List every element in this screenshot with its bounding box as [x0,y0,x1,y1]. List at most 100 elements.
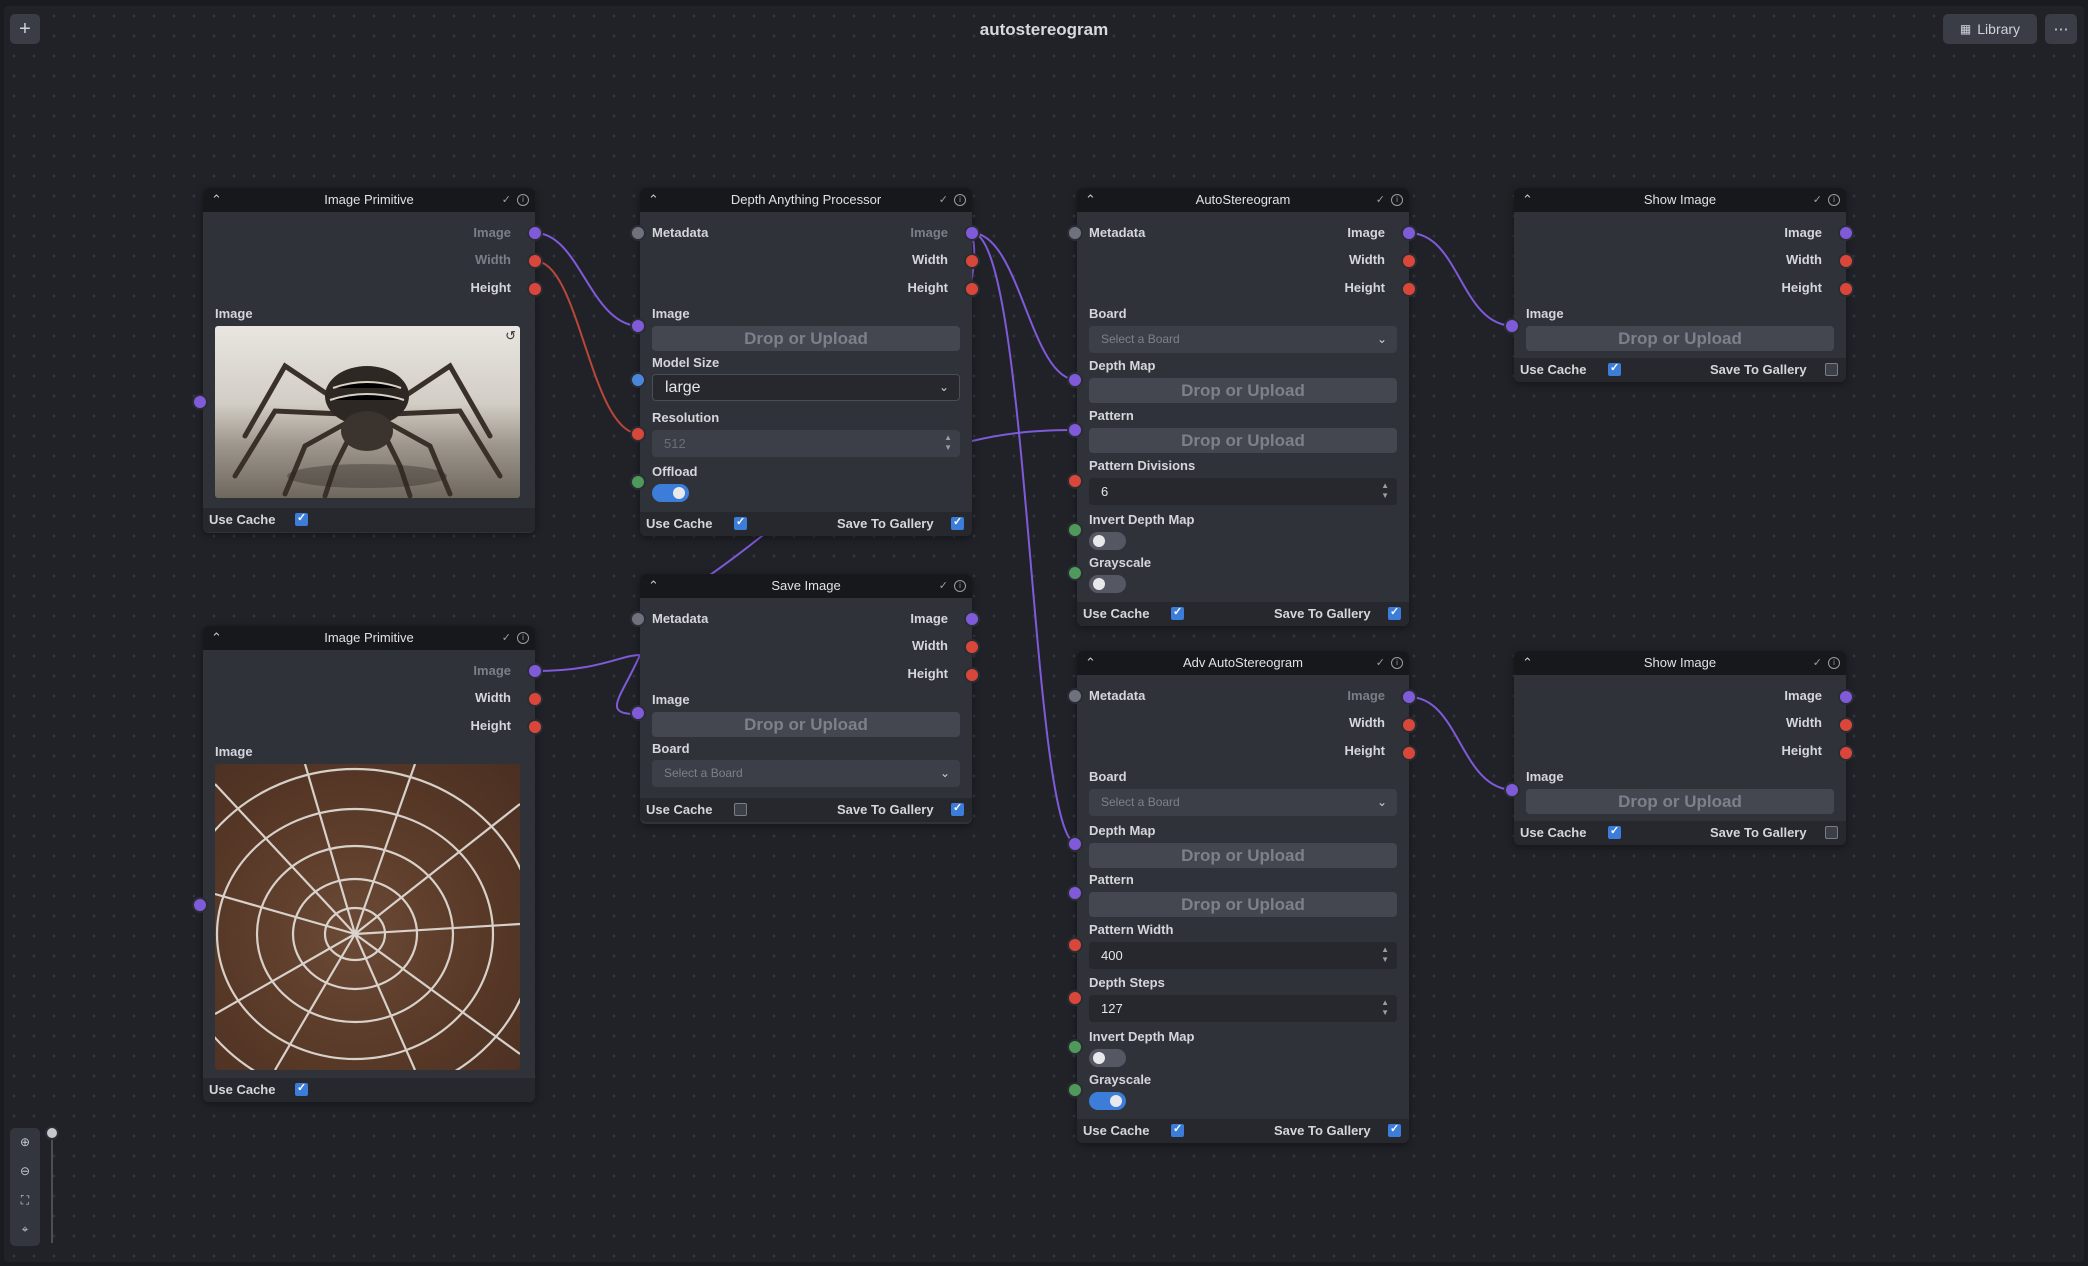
library-button[interactable]: ▦ Library [1943,14,2037,44]
save-to-gallery-checkbox[interactable] [951,801,964,816]
info-icon[interactable]: i [954,194,966,206]
grayscale-toggle[interactable] [1089,575,1126,593]
add-node-button[interactable]: + [10,14,40,44]
info-icon[interactable]: i [954,580,966,592]
zoom-slider[interactable] [45,1126,59,1243]
node-image-primitive-2[interactable]: ⌃ Image Primitive ✓ i Image Width Height Im… [203,626,535,1102]
handle-depth-resolution-input[interactable] [630,426,646,442]
invert-depth-map-toggle[interactable] [1089,532,1126,550]
pattern-drop-zone[interactable]: Drop or Upload [1089,428,1397,453]
handle-save-height-output[interactable] [964,667,980,683]
spiderweb-image-preview[interactable] [215,764,520,1070]
handle-adv-invert-input[interactable] [1067,1039,1083,1055]
handle-auto-metadata-input[interactable] [1067,225,1083,241]
handle-prim1-image-input[interactable] [192,394,208,410]
handle-auto-divisions-input[interactable] [1067,473,1083,489]
handle-show2-image-input[interactable] [1504,782,1520,798]
node-adv-autostereogram[interactable]: ⌃ Adv AutoStereogram ✓ i Metadata Image Wid… [1077,651,1409,1143]
info-icon[interactable]: i [1828,657,1840,669]
save-to-gallery-checkbox[interactable] [1388,1122,1401,1137]
node-header[interactable]: ⌃ AutoStereogram ✓ i [1077,188,1409,212]
save-to-gallery-checkbox[interactable] [1825,826,1838,839]
handle-prim1-width-output[interactable] [527,253,543,269]
board-select[interactable]: Select a Board ⌄ [652,760,960,787]
handle-auto-width-output[interactable] [1401,253,1417,269]
handle-adv-grayscale-input[interactable] [1067,1082,1083,1098]
info-icon[interactable]: i [517,632,529,644]
use-cache-checkbox[interactable] [1171,1122,1184,1137]
handle-show1-image-output[interactable] [1838,225,1854,241]
handle-auto-image-output[interactable] [1401,225,1417,241]
handle-prim2-image-output[interactable] [527,663,543,679]
handle-adv-image-output[interactable] [1401,689,1417,705]
pattern-drop-zone[interactable]: Drop or Upload [1089,892,1397,917]
use-cache-checkbox[interactable] [295,511,308,526]
depth-steps-input[interactable]: 127 ▲ ▼ [1089,995,1397,1022]
handle-adv-metadata-input[interactable] [1067,688,1083,704]
offload-toggle[interactable] [652,484,689,502]
node-show-image-2[interactable]: ⌃ Show Image ✓ i Image Width Height Image D… [1514,651,1846,845]
handle-prim2-width-output[interactable] [527,691,543,707]
board-select[interactable]: Select a Board ⌄ [1089,326,1397,353]
handle-auto-height-output[interactable] [1401,281,1417,297]
handle-prim1-image-output[interactable] [527,225,543,241]
handle-auto-grayscale-input[interactable] [1067,565,1083,581]
model-size-select[interactable]: large ⌄ [652,374,960,401]
info-icon[interactable]: i [1391,657,1403,669]
more-options-button[interactable]: ⋯ [2045,14,2077,44]
fit-view-icon[interactable]: ⛶ [10,1186,40,1215]
handle-adv-pattern-width-input[interactable] [1067,937,1083,953]
grayscale-toggle[interactable] [1089,1092,1126,1110]
node-header[interactable]: ⌃ Show Image ✓ i [1514,651,1846,675]
reset-icon[interactable]: ↺ [505,328,516,344]
handle-prim1-height-output[interactable] [527,281,543,297]
stepper-icon[interactable]: ▲ ▼ [1381,945,1389,965]
handle-depth-width-output[interactable] [964,253,980,269]
handle-adv-depthmap-input[interactable] [1067,836,1083,852]
info-icon[interactable]: i [1391,194,1403,206]
node-header[interactable]: ⌃ Save Image ✓ i [640,574,972,598]
zoom-out-icon[interactable]: ⊖ [10,1157,40,1186]
resolution-input[interactable]: 512 ▲ ▼ [652,430,960,457]
handle-auto-pattern-input[interactable] [1067,422,1083,438]
handle-show2-image-output[interactable] [1838,689,1854,705]
node-header[interactable]: ⌃ Show Image ✓ i [1514,188,1846,212]
handle-show1-height-output[interactable] [1838,281,1854,297]
handle-auto-depthmap-input[interactable] [1067,372,1083,388]
save-to-gallery-checkbox[interactable] [951,515,964,530]
collapse-chevron-icon[interactable]: ⌃ [211,188,222,212]
pattern-divisions-input[interactable]: 6 ▲ ▼ [1089,478,1397,505]
node-depth-anything-processor[interactable]: ⌃ Depth Anything Processor ✓ i Metadata Ima… [640,188,972,536]
handle-save-metadata-input[interactable] [630,611,646,627]
collapse-chevron-icon[interactable]: ⌃ [648,574,659,598]
info-icon[interactable]: i [517,194,529,206]
stepper-icon[interactable]: ▲ ▼ [944,433,952,453]
zoom-slider-knob[interactable] [45,1126,59,1140]
collapse-chevron-icon[interactable]: ⌃ [1085,651,1096,675]
save-to-gallery-checkbox[interactable] [1388,605,1401,620]
node-header[interactable]: ⌃ Image Primitive ✓ i [203,188,535,212]
image-drop-zone[interactable]: Drop or Upload [1526,326,1834,351]
image-drop-zone[interactable]: Drop or Upload [652,326,960,351]
handle-save-width-output[interactable] [964,639,980,655]
save-to-gallery-checkbox[interactable] [1825,363,1838,376]
handle-depth-height-output[interactable] [964,281,980,297]
handle-prim2-height-output[interactable] [527,719,543,735]
node-header[interactable]: ⌃ Adv AutoStereogram ✓ i [1077,651,1409,675]
handle-depth-image-input[interactable] [630,318,646,334]
handle-show2-height-output[interactable] [1838,745,1854,761]
collapse-chevron-icon[interactable]: ⌃ [211,626,222,650]
handle-depth-image-output[interactable] [964,225,980,241]
use-cache-checkbox[interactable] [1171,605,1184,620]
handle-adv-width-output[interactable] [1401,717,1417,733]
node-autostereogram[interactable]: ⌃ AutoStereogram ✓ i Metadata Image Width H… [1077,188,1409,626]
use-cache-checkbox[interactable] [1608,361,1621,376]
map-pin-icon[interactable]: ⌖ [10,1215,40,1244]
use-cache-checkbox[interactable] [295,1081,308,1096]
handle-show1-width-output[interactable] [1838,253,1854,269]
handle-adv-height-output[interactable] [1401,745,1417,761]
handle-save-image-input[interactable] [630,705,646,721]
handle-depth-model-size-input[interactable] [630,372,646,388]
collapse-chevron-icon[interactable]: ⌃ [1522,651,1533,675]
node-show-image-1[interactable]: ⌃ Show Image ✓ i Image Width Height Image D… [1514,188,1846,382]
